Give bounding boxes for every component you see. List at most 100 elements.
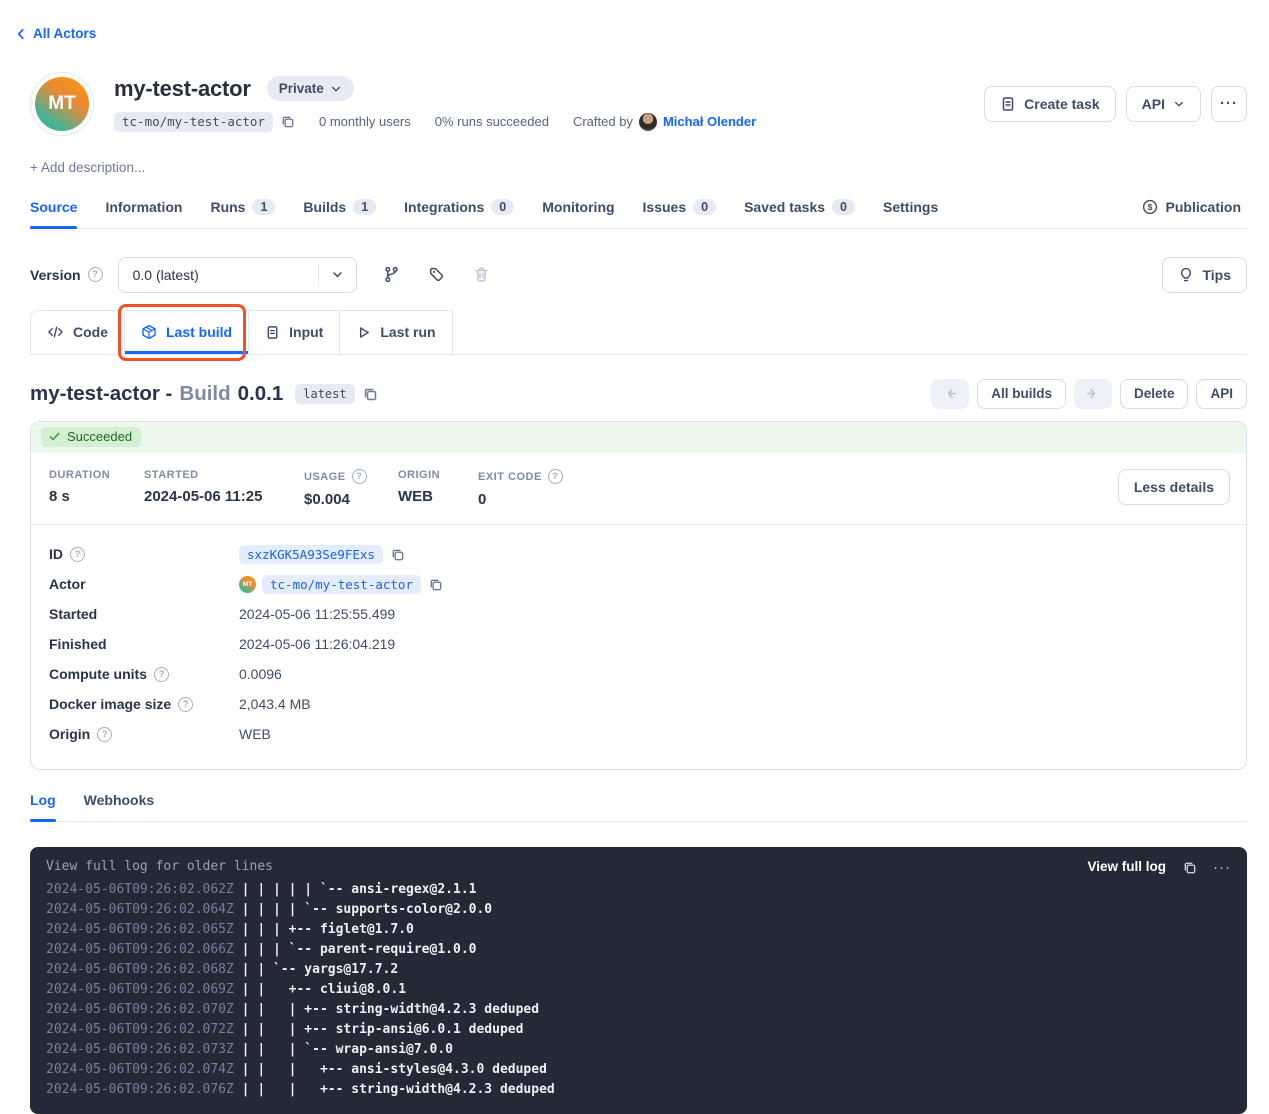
view-full-log-button[interactable]: View full log: [1087, 857, 1166, 877]
copy-icon[interactable]: [1182, 860, 1197, 875]
play-icon: [356, 325, 371, 340]
build-stats-row: DURATION 8 s STARTED 2024-05-06 11:25 US…: [31, 453, 1246, 524]
version-row: Version ? 0.0 (latest) Tips: [30, 257, 1247, 293]
question-circle-icon[interactable]: ?: [548, 469, 563, 484]
document-icon: [265, 325, 280, 340]
status-badge: Succeeded: [41, 427, 141, 447]
copy-icon[interactable]: [362, 386, 378, 402]
detail-row-origin: Origin? WEB: [49, 719, 1228, 749]
all-builds-button[interactable]: All builds: [977, 379, 1066, 409]
question-circle-icon[interactable]: ?: [97, 727, 112, 742]
source-subtabs: Code Last build Input Last run: [30, 310, 1247, 355]
actor-avatar: MT: [30, 72, 94, 136]
question-circle-icon[interactable]: ?: [352, 469, 367, 484]
page-title: my-test-actor: [114, 76, 251, 102]
stat-origin: ORIGIN WEB: [398, 469, 478, 505]
next-build-button[interactable]: [1074, 379, 1112, 409]
subtab-code[interactable]: Code: [30, 310, 125, 354]
chevron-down-icon: [330, 83, 342, 95]
subtab-last-build[interactable]: Last build: [125, 310, 249, 354]
tab-integrations[interactable]: Integrations0: [404, 199, 514, 228]
chevron-down-icon: [318, 264, 356, 286]
tag-icon[interactable]: [428, 266, 445, 283]
create-task-button[interactable]: Create task: [984, 86, 1116, 122]
actor-name-badge: tc-mo/my-test-actor: [114, 112, 273, 132]
tab-information[interactable]: Information: [105, 199, 182, 228]
version-select[interactable]: 0.0 (latest): [118, 257, 357, 293]
trash-icon[interactable]: [473, 266, 490, 283]
tab-builds[interactable]: Builds1: [303, 199, 376, 228]
chevron-down-icon: [1173, 98, 1185, 110]
breadcrumb-all-actors[interactable]: All Actors: [14, 26, 96, 41]
svg-text:$: $: [1147, 202, 1152, 212]
subtab-input[interactable]: Input: [249, 310, 340, 354]
document-icon: [1000, 96, 1016, 112]
build-api-button[interactable]: API: [1196, 379, 1247, 409]
build-title-row: my-test-actor - Build 0.0.1 latest All b…: [30, 379, 1247, 409]
tab-source[interactable]: Source: [30, 199, 77, 228]
copy-icon[interactable]: [428, 577, 443, 592]
lightbulb-icon: [1178, 267, 1194, 283]
tab-monitoring[interactable]: Monitoring: [542, 199, 614, 228]
visibility-dropdown[interactable]: Private: [267, 76, 354, 101]
arrow-left-icon: [943, 386, 958, 401]
subtab-last-run[interactable]: Last run: [340, 310, 452, 354]
breadcrumb-label: All Actors: [33, 26, 96, 41]
crafted-by-label: Crafted by: [573, 114, 633, 129]
question-circle-icon[interactable]: ?: [178, 697, 193, 712]
log-line: 2024-05-06T09:26:02.076Z | | | +-- strin…: [46, 1080, 1231, 1100]
issues-count-badge: 0: [693, 199, 716, 215]
author-link[interactable]: Michał Olender: [663, 114, 756, 129]
question-circle-icon[interactable]: ?: [88, 267, 103, 282]
build-log-terminal: View full log for older lines View full …: [30, 847, 1247, 1114]
tips-button[interactable]: Tips: [1162, 257, 1247, 293]
previous-build-button[interactable]: [931, 379, 969, 409]
build-details-card: Succeeded DURATION 8 s STARTED 2024-05-0…: [30, 421, 1247, 771]
log-line: 2024-05-06T09:26:02.065Z | | | +-- figle…: [46, 920, 1231, 940]
ellipsis-icon: ···: [1220, 95, 1238, 112]
log-lines: 2024-05-06T09:26:02.062Z | | | | | `-- a…: [46, 880, 1231, 1100]
main-tabs: Source Information Runs1 Builds1 Integra…: [30, 199, 1247, 229]
arrow-right-icon: [1085, 386, 1100, 401]
actor-header: MT my-test-actor Private tc-mo/my-test-a…: [30, 72, 1247, 136]
detail-row-started: Started 2024-05-06 11:25:55.499: [49, 599, 1228, 629]
detail-row-finished: Finished 2024-05-06 11:26:04.219: [49, 629, 1228, 659]
question-circle-icon[interactable]: ?: [70, 547, 85, 562]
less-details-button[interactable]: Less details: [1118, 469, 1230, 505]
actor-link-badge[interactable]: tc-mo/my-test-actor: [262, 575, 421, 594]
add-description-link[interactable]: + Add description...: [30, 160, 1247, 175]
tab-saved-tasks[interactable]: Saved tasks0: [744, 199, 855, 228]
build-word: Build: [179, 382, 230, 406]
latest-badge: latest: [295, 384, 354, 404]
view-older-lines-link[interactable]: View full log for older lines: [46, 857, 273, 877]
log-tabs: Log Webhooks: [30, 792, 1247, 822]
copy-icon[interactable]: [390, 547, 405, 562]
tab-settings[interactable]: Settings: [883, 199, 938, 228]
detail-row-compute-units: Compute units? 0.0096: [49, 659, 1228, 689]
saved-tasks-count-badge: 0: [832, 199, 855, 215]
ellipsis-icon[interactable]: ···: [1213, 859, 1231, 876]
copy-icon[interactable]: [280, 114, 295, 129]
log-line: 2024-05-06T09:26:02.074Z | | | +-- ansi-…: [46, 1060, 1231, 1080]
delete-build-button[interactable]: Delete: [1120, 379, 1189, 409]
build-actor-name: my-test-actor -: [30, 382, 172, 406]
tab-issues[interactable]: Issues0: [643, 199, 717, 228]
question-circle-icon[interactable]: ?: [154, 667, 169, 682]
api-dropdown-button[interactable]: API: [1126, 86, 1201, 122]
actor-mini-avatar: MT: [239, 576, 256, 593]
tab-webhooks[interactable]: Webhooks: [84, 792, 155, 821]
version-label: Version: [30, 267, 81, 283]
publication-link[interactable]: $ Publication: [1142, 199, 1241, 228]
build-detail-rows: ID? sxzKGK5A93Se9FExs Actor MT tc-mo/my-…: [31, 525, 1246, 769]
version-select-value: 0.0 (latest): [119, 267, 318, 283]
stat-duration: DURATION 8 s: [49, 469, 144, 505]
tab-runs[interactable]: Runs1: [210, 199, 275, 228]
author-avatar: [639, 113, 657, 131]
tab-log[interactable]: Log: [30, 792, 56, 821]
more-actions-button[interactable]: ···: [1211, 86, 1247, 122]
log-line: 2024-05-06T09:26:02.066Z | | | `-- paren…: [46, 940, 1231, 960]
detail-row-id: ID? sxzKGK5A93Se9FExs: [49, 539, 1228, 569]
git-branch-icon[interactable]: [383, 266, 400, 283]
integrations-count-badge: 0: [491, 199, 514, 215]
detail-row-docker-image-size: Docker image size? 2,043.4 MB: [49, 689, 1228, 719]
